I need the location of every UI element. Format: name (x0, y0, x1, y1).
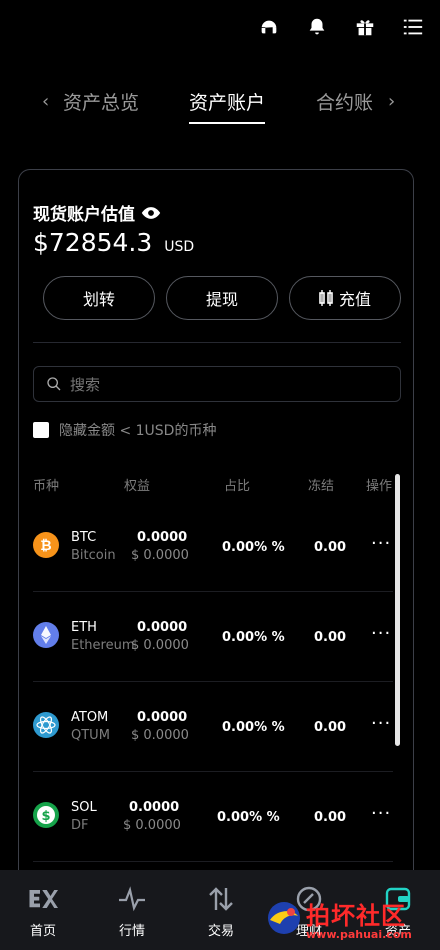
nav-home-label: 首页 (29, 924, 56, 939)
col-header-equity: 权益 (124, 479, 151, 494)
coin-symbol: ETH (71, 620, 97, 635)
coin-symbol: ATOM (71, 710, 109, 725)
transfer-label: 划转 (82, 290, 115, 309)
watermark: 拍坏社区 www.pahuai.com (262, 896, 440, 946)
frozen-value: 0.00 (314, 720, 347, 735)
headset-icon[interactable] (256, 14, 282, 40)
valuation-title: 现货账户估值 (33, 205, 135, 225)
chevron-left-icon[interactable]: ‹ (42, 91, 49, 112)
nav-market[interactable]: 行情 (102, 884, 162, 939)
table-row: ₿ BTC Bitcoin 0.0000 $ 0.0000 0.00% % 0.… (19, 502, 413, 592)
valuation-amount: $72854.3 USD (33, 228, 194, 257)
equity-amount: 0.0000 (137, 710, 188, 725)
frozen-value: 0.00 (314, 630, 347, 645)
equity-amount: 0.0000 (137, 530, 188, 545)
ex-logo-icon (29, 890, 58, 908)
coin-name: Ethereum (71, 638, 135, 653)
coin-name: QTUM (71, 728, 110, 743)
withdraw-label: 提现 (205, 290, 238, 309)
header-actions (256, 10, 426, 44)
equity-usd: $ 0.0000 (123, 818, 181, 833)
deposit-label: 充值 (338, 290, 371, 309)
valuation-label: 现货账户估值 (33, 200, 161, 225)
bell-icon[interactable] (304, 14, 330, 40)
hide-small-balances: 隐藏金额 < 1USD的币种 (33, 420, 216, 440)
col-header-ratio: 占比 (224, 479, 251, 494)
swap-arrows-icon (209, 887, 233, 911)
nav-trade-label: 交易 (207, 924, 234, 939)
watermark-title: 拍坏社区 (306, 902, 406, 930)
nav-trade[interactable]: 交易 (191, 884, 251, 939)
equity-usd: $ 0.0000 (131, 728, 189, 743)
chevron-right-icon[interactable]: › (388, 91, 395, 112)
frozen-value: 0.00 (314, 810, 347, 825)
col-header-currency: 币种 (33, 479, 60, 494)
equity-usd: $ 0.0000 (131, 548, 189, 563)
nav-home[interactable]: 首页 (13, 884, 73, 939)
search-input[interactable]: 搜索 (33, 366, 401, 402)
hide-small-checkbox[interactable] (33, 422, 49, 438)
table-row: ATOM QTUM 0.0000 $ 0.0000 0.00% % 0.00 ·… (19, 682, 413, 772)
deposit-button[interactable]: 充值 (289, 276, 401, 320)
dollar-coin-icon: $ (33, 802, 59, 828)
table-row: ETH Ethereum 0.0000 $ 0.0000 0.00% % 0.0… (19, 592, 413, 682)
svg-text:$: $ (41, 809, 50, 824)
ethereum-icon (33, 622, 59, 648)
coin-name: Bitcoin (71, 548, 116, 563)
coin-name: DF (71, 818, 89, 833)
watermark-url: www.pahuai.com (306, 928, 412, 941)
more-actions-button[interactable]: ··· (371, 713, 391, 734)
hide-small-label: 隐藏金额 < 1USD的币种 (59, 423, 217, 439)
table-scrollbar[interactable] (395, 474, 400, 746)
amount-unit: USD (164, 239, 195, 255)
ratio-value: 0.00% % (222, 630, 285, 645)
watermark-logo-icon (268, 902, 300, 934)
account-tabs: ‹ 资产总览 资产账户 合约账 › (0, 88, 440, 128)
more-actions-button[interactable]: ··· (371, 533, 391, 554)
ratio-value: 0.00% % (222, 720, 285, 735)
tab-asset-account[interactable]: 资产账户 (189, 88, 266, 124)
transfer-button[interactable]: 划转 (43, 276, 155, 320)
ratio-value: 0.00% % (217, 810, 280, 825)
divider (33, 342, 401, 343)
search-icon (47, 377, 61, 391)
row-divider (33, 861, 393, 862)
nav-market-label: 行情 (118, 924, 145, 939)
tab-overview[interactable]: 资产总览 (63, 88, 139, 124)
menu-icon[interactable] (400, 14, 426, 40)
equity-amount: 0.0000 (137, 620, 188, 635)
ratio-value: 0.00% % (222, 540, 285, 555)
equity-usd: $ 0.0000 (131, 638, 189, 653)
pulse-icon (119, 886, 145, 912)
tab-contract-account[interactable]: 合约账 (316, 88, 373, 124)
withdraw-button[interactable]: 提现 (166, 276, 278, 320)
search-placeholder: 搜索 (70, 375, 101, 394)
bitcoin-icon: ₿ (33, 532, 59, 558)
atom-icon (33, 712, 59, 738)
coin-symbol: BTC (71, 530, 97, 545)
svg-text:₿: ₿ (40, 538, 51, 554)
coin-symbol: SOL (71, 800, 97, 815)
more-actions-button[interactable]: ··· (371, 623, 391, 644)
col-header-action: 操作 (366, 479, 393, 494)
amount-value: $72854.3 (33, 228, 153, 257)
table-row: $ SOL DF 0.0000 $ 0.0000 0.00% % 0.00 ··… (19, 772, 413, 862)
gift-icon[interactable] (352, 14, 378, 40)
eye-icon[interactable] (141, 203, 161, 223)
col-header-frozen: 冻结 (308, 479, 335, 494)
equity-amount: 0.0000 (129, 800, 180, 815)
deposit-icon (319, 290, 333, 306)
more-actions-button[interactable]: ··· (371, 803, 391, 824)
frozen-value: 0.00 (314, 540, 347, 555)
spot-account-card: 现货账户估值 $72854.3 USD 划转 提现 充值 搜索 隐藏金额 < 1… (18, 169, 414, 899)
